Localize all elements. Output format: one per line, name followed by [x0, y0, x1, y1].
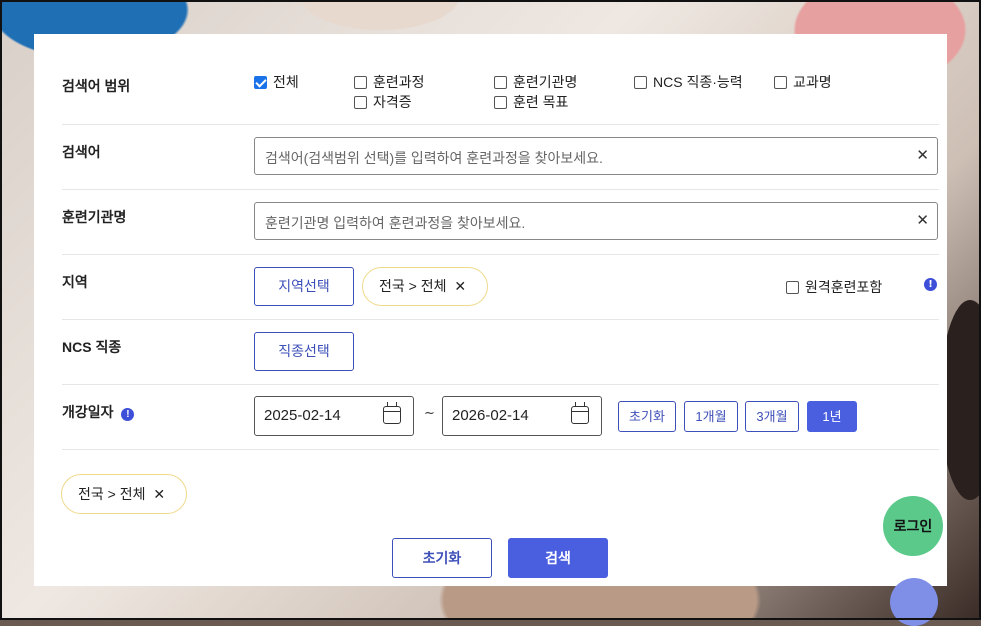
date-to-input[interactable]: 2026-02-14: [442, 396, 602, 436]
calendar-icon[interactable]: [571, 402, 589, 424]
scope-option-goal[interactable]: 훈련 목표: [494, 92, 568, 112]
floating-button[interactable]: [890, 578, 938, 626]
checkbox-icon[interactable]: [494, 96, 507, 109]
scope-option-subject[interactable]: 교과명: [774, 72, 832, 92]
period-1month-button[interactable]: 1개월: [684, 401, 738, 432]
date-label-wrap: 개강일자 !: [62, 402, 135, 422]
region-row: 지역 지역선택 전국 > 전체 ✕ 원격훈련포함 !: [62, 254, 939, 320]
scope-row: 검색어 범위 전체 훈련과정 훈련기관명 NCS 직종·능력 교과명 자격증 훈…: [62, 34, 939, 125]
selected-filter-label: 전국 > 전체: [78, 486, 146, 502]
scope-option-ncs[interactable]: NCS 직종·능력: [634, 72, 743, 92]
date-reset-button[interactable]: 초기화: [618, 401, 676, 432]
date-from-input[interactable]: 2025-02-14: [254, 396, 414, 436]
date-row: 개강일자 ! 2025-02-14 ~ 2026-02-14 초기화 1개월 3…: [62, 384, 939, 450]
checkbox-icon[interactable]: [354, 96, 367, 109]
checkbox-icon[interactable]: [494, 76, 507, 89]
ncs-row: NCS 직종 직종선택: [62, 319, 939, 385]
date-separator: ~: [424, 406, 435, 421]
date-from-value: 2025-02-14: [264, 407, 341, 424]
scope-label: 검색어 범위: [62, 78, 131, 94]
search-panel: 검색어 범위 전체 훈련과정 훈련기관명 NCS 직종·능력 교과명 자격증 훈…: [34, 34, 947, 586]
date-to-value: 2026-02-14: [452, 407, 529, 424]
info-icon[interactable]: !: [121, 408, 135, 421]
region-chip-label: 전국 > 전체: [379, 278, 447, 294]
checkbox-checked-icon[interactable]: [254, 76, 267, 89]
checkbox-icon[interactable]: [786, 281, 799, 294]
institution-input[interactable]: 훈련기관명 입력하여 훈련과정을 찾아보세요. ✕: [254, 202, 938, 240]
selected-filter-chip: 전국 > 전체 ✕: [61, 474, 187, 514]
scope-option-course[interactable]: 훈련과정: [354, 72, 425, 92]
checkbox-icon[interactable]: [634, 76, 647, 89]
scope-option-all[interactable]: 전체: [254, 72, 299, 92]
checkbox-icon[interactable]: [354, 76, 367, 89]
scope-option-certificate[interactable]: 자격증: [354, 92, 412, 112]
remote-training-checkbox[interactable]: 원격훈련포함: [786, 277, 882, 297]
close-icon[interactable]: ✕: [454, 278, 466, 294]
ncs-select-button[interactable]: 직종선택: [254, 332, 354, 371]
institution-placeholder: 훈련기관명 입력하여 훈련과정을 찾아보세요.: [265, 215, 526, 231]
login-button[interactable]: 로그인: [883, 496, 943, 556]
keyword-placeholder: 검색어(검색범위 선택)를 입력하여 훈련과정을 찾아보세요.: [265, 150, 603, 166]
info-icon[interactable]: !: [924, 278, 937, 291]
period-3month-button[interactable]: 3개월: [745, 401, 799, 432]
period-1year-button[interactable]: 1년: [807, 401, 857, 432]
clear-icon[interactable]: ✕: [916, 146, 929, 164]
reset-button[interactable]: 초기화: [392, 538, 492, 578]
close-icon[interactable]: ✕: [153, 486, 165, 502]
region-chip: 전국 > 전체 ✕: [362, 267, 488, 306]
keyword-input[interactable]: 검색어(검색범위 선택)를 입력하여 훈련과정을 찾아보세요. ✕: [254, 137, 938, 175]
date-label: 개강일자: [62, 404, 114, 420]
checkbox-icon[interactable]: [774, 76, 787, 89]
clear-icon[interactable]: ✕: [916, 211, 929, 229]
ncs-label: NCS 직종: [62, 339, 122, 355]
keyword-label: 검색어: [62, 144, 101, 160]
institution-label: 훈련기관명: [62, 209, 127, 225]
search-button[interactable]: 검색: [508, 538, 608, 578]
region-select-button[interactable]: 지역선택: [254, 267, 354, 306]
scope-option-institution[interactable]: 훈련기관명: [494, 72, 577, 92]
calendar-icon[interactable]: [383, 402, 401, 424]
region-label: 지역: [62, 274, 88, 290]
institution-row: 훈련기관명 훈련기관명 입력하여 훈련과정을 찾아보세요. ✕: [62, 189, 939, 255]
keyword-row: 검색어 검색어(검색범위 선택)를 입력하여 훈련과정을 찾아보세요. ✕: [62, 124, 939, 190]
